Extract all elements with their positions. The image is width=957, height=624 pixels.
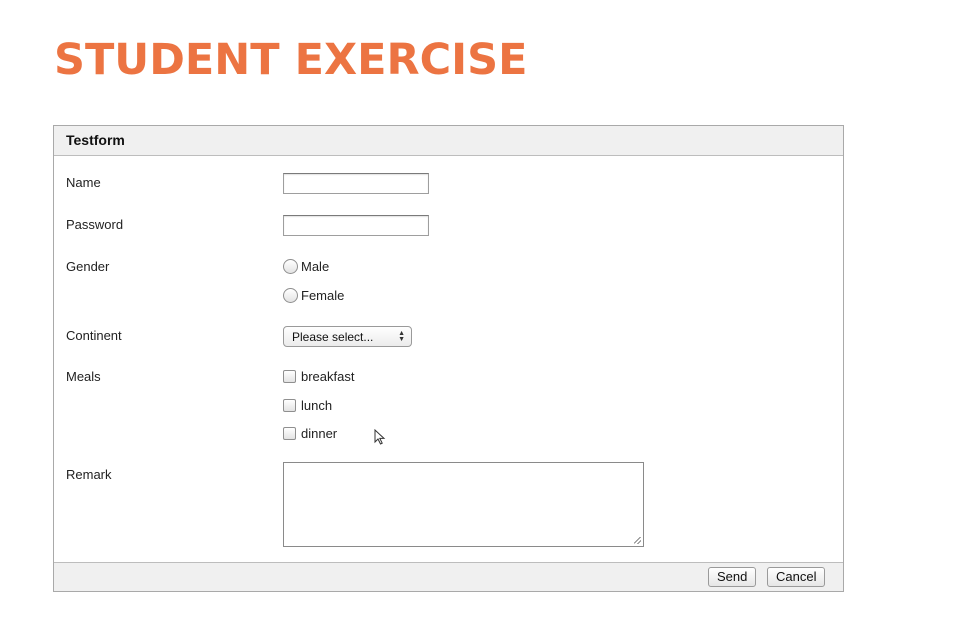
send-button[interactable]: Send <box>708 567 757 587</box>
continent-label: Continent <box>66 328 122 343</box>
page-title: STUDENT EXERCISE <box>54 35 528 85</box>
female-radio[interactable] <box>283 288 298 303</box>
cancel-button[interactable]: Cancel <box>767 567 826 587</box>
gender-option-female[interactable]: Female <box>283 288 344 303</box>
gender-label: Gender <box>66 259 110 274</box>
breakfast-label: breakfast <box>301 369 355 384</box>
continent-selected-value: Please select... <box>292 329 374 344</box>
meal-option-lunch[interactable]: lunch <box>283 398 332 413</box>
male-radio[interactable] <box>283 259 298 274</box>
name-input[interactable] <box>283 173 429 194</box>
password-label: Password <box>66 217 124 232</box>
remark-label: Remark <box>66 467 112 482</box>
testform: Testform Name Password Gender Male Femal… <box>53 125 844 592</box>
form-header: Testform <box>54 126 843 156</box>
lunch-label: lunch <box>301 398 333 413</box>
female-label: Female <box>301 288 345 303</box>
dinner-checkbox[interactable] <box>283 427 296 440</box>
meal-option-breakfast[interactable]: breakfast <box>283 369 354 384</box>
dinner-label: dinner <box>301 426 338 441</box>
continent-select[interactable]: Please select... ▲ ▼ <box>283 326 412 347</box>
male-label: Male <box>301 259 330 274</box>
lunch-checkbox[interactable] <box>283 399 296 412</box>
resize-grip-icon[interactable] <box>634 537 641 544</box>
meals-label: Meals <box>66 369 101 384</box>
meal-option-dinner[interactable]: dinner <box>283 426 337 441</box>
name-label: Name <box>66 175 101 190</box>
password-input[interactable] <box>283 215 429 236</box>
breakfast-checkbox[interactable] <box>283 370 296 383</box>
up-down-arrows-icon: ▲ ▼ <box>398 329 405 343</box>
form-footer: Send Cancel <box>54 562 843 591</box>
gender-option-male[interactable]: Male <box>283 259 329 274</box>
mouse-pointer-icon <box>374 429 386 445</box>
remark-textarea[interactable] <box>283 462 644 547</box>
